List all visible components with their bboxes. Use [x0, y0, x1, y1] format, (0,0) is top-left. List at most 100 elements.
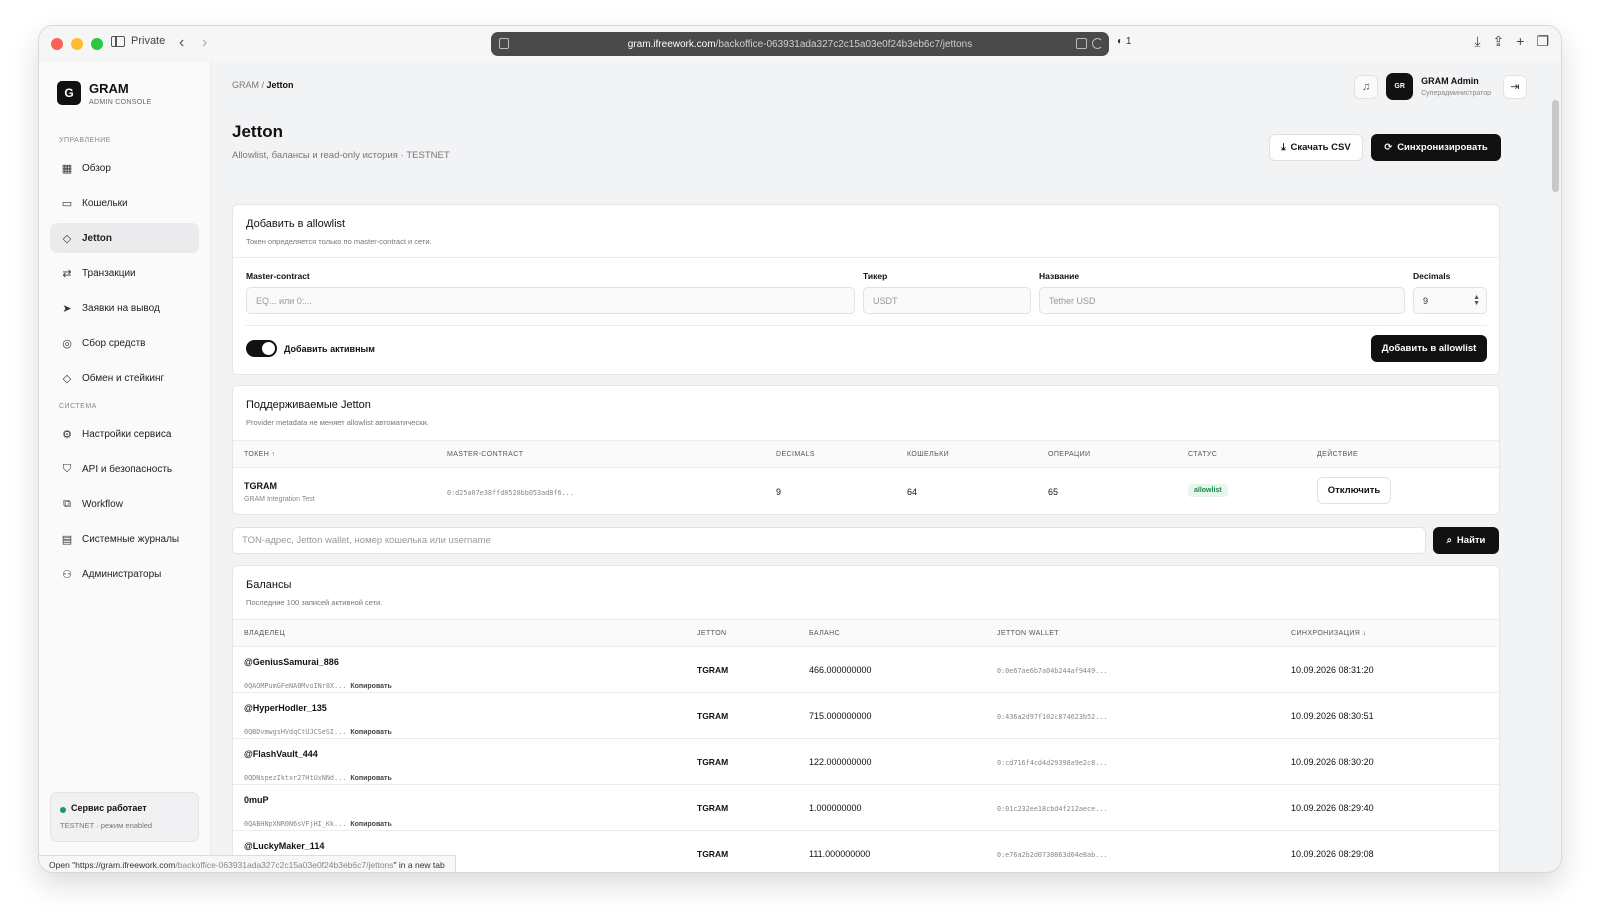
download-icon[interactable]: ⤓ — [1474, 33, 1480, 50]
owner-address: 0QBDvmwgsHVdqCtUJCSeSI... — [244, 728, 347, 736]
circle-icon: ◎ — [62, 337, 72, 350]
search-button[interactable]: ⌕ Найти — [1433, 527, 1499, 554]
jetton-ticker: TGRAM — [697, 757, 729, 767]
column-header-decimals: DECIMALS — [776, 451, 815, 458]
reload-icon[interactable] — [1092, 38, 1103, 49]
owner-address: 0QABHNpXNR0N6sVFjHI_Kk... — [244, 820, 347, 828]
sidebar-item-overview[interactable]: ▦ Обзор — [50, 153, 199, 183]
supported-title: Поддерживаемые Jetton — [246, 399, 371, 411]
jetton-ticker: TGRAM — [697, 665, 729, 675]
sidebar-item-admins[interactable]: ⚇ Администраторы — [50, 559, 199, 589]
nav-section-system: СИСТЕМА — [59, 403, 97, 410]
name-input[interactable]: Tether USD — [1039, 287, 1405, 314]
owner-username: @FlashVault_444 — [244, 749, 318, 759]
status-title: Сервис работает — [71, 803, 147, 813]
search-button-label: Найти — [1456, 535, 1486, 546]
status-path: /backoffice-063931ada327c2c15a03e0f24b3e… — [175, 860, 394, 870]
master-contract-value: 0:d25a07e38ffd8528bb053ad8f6... — [447, 489, 574, 497]
owner-address-group: 0QABHNpXNR0N6sVFjHI_Kk... Копировать — [244, 813, 392, 831]
share-icon[interactable]: ⇪ — [1493, 33, 1505, 50]
download-csv-button[interactable]: ⤓ Скачать CSV — [1269, 134, 1363, 161]
jetton-ticker: TGRAM — [697, 711, 729, 721]
column-header-token[interactable]: ТОКЕН ↑ — [244, 451, 275, 458]
add-to-allowlist-button[interactable]: Добавить в allowlist — [1371, 335, 1487, 362]
disable-button[interactable]: Отключить — [1317, 477, 1391, 504]
copy-button[interactable]: Копировать — [350, 729, 391, 736]
tabs-overview-icon[interactable]: ❐ — [1536, 33, 1549, 50]
master-contract-input[interactable]: EQ... или 0:... — [246, 287, 855, 314]
sync-label: Синхронизировать — [1397, 142, 1488, 153]
page-scrollbar[interactable] — [1552, 100, 1559, 192]
decimals-input[interactable]: 9 ▲ ▼ — [1413, 287, 1487, 314]
add-active-label: Добавить активным — [284, 344, 375, 354]
close-window-button[interactable] — [51, 38, 63, 50]
sidebar-icon — [111, 35, 125, 47]
balances-subtitle: Последние 100 записей активной сети. — [246, 598, 383, 607]
address-bar[interactable]: gram.ifreework.com/backoffice-063931ada3… — [491, 32, 1109, 56]
allowlist-form-subtitle: Токен определяется только по master-cont… — [246, 237, 432, 246]
toolbar-right: ⤓ ⇪ + ❐ — [1474, 33, 1549, 50]
add-active-toggle[interactable] — [246, 340, 277, 357]
status-prefix: Open "https://gram.ifreework.com — [49, 860, 176, 870]
column-header-owner: ВЛАДЕЛЕЦ — [244, 630, 286, 637]
supported-table-header: ТОКЕН ↑ MASTER-CONTRACT DECIMALS КОШЕЛЬК… — [233, 440, 1499, 468]
arrows-icon: ⇄ — [62, 267, 72, 280]
logout-icon[interactable]: ⇥ — [1503, 74, 1527, 99]
sidebar-item-jetton[interactable]: ◇ Jetton — [50, 223, 199, 253]
sidebar-item-workflow[interactable]: ⧉ Workflow — [50, 489, 199, 519]
forward-chevron-icon[interactable]: › — [202, 34, 207, 52]
sidebar-item-wallets[interactable]: ▭ Кошельки — [50, 188, 199, 218]
zoom-window-button[interactable] — [91, 38, 103, 50]
owner-address-group: 0QAOMPumGFeNA0MvoINr8X... Копировать — [244, 675, 392, 693]
sidebar-item-label: Кошельки — [82, 197, 128, 209]
column-header-action: ДЕЙСТВИЕ — [1317, 451, 1359, 458]
sidebar-item-transactions[interactable]: ⇄ Транзакции — [50, 258, 199, 288]
balance-value: 715.000000000 — [809, 711, 872, 721]
status-suffix: " in a new tab — [393, 860, 445, 870]
owner-username: 0muP — [244, 795, 269, 805]
breadcrumb-root[interactable]: GRAM — [232, 80, 259, 90]
page-subtitle: Allowlist, балансы и read-only история ·… — [232, 150, 450, 161]
allowlist-form-title: Добавить в allowlist — [246, 218, 346, 230]
jetton-wallet: 0:e76a2b2d0730863d04e8ab... — [997, 851, 1108, 859]
column-header-balance: БАЛАНС — [809, 630, 841, 637]
owner-address-group: 0QDNspezIktxr27HtUxNNd... Копировать — [244, 767, 392, 785]
stepper-icon[interactable]: ▲ ▼ — [1473, 294, 1480, 307]
column-header-sync[interactable]: СИНХРОНИЗАЦИЯ ↓ — [1291, 630, 1366, 637]
sync-time: 10.09.2026 08:29:08 — [1291, 849, 1374, 859]
sidebar-item-collection[interactable]: ◎ Сбор средств — [50, 328, 199, 358]
avatar[interactable]: GR — [1386, 73, 1414, 100]
jetton-ticker: TGRAM — [697, 849, 729, 859]
sync-button[interactable]: ⟳ Синхронизировать — [1371, 134, 1501, 161]
sidebar-item-label: Сбор средств — [82, 337, 146, 349]
search-input[interactable]: TON-адрес, Jetton wallet, номер кошелька… — [232, 527, 1426, 554]
ticker-input[interactable]: USDT — [863, 287, 1031, 314]
gear-icon: ⚙ — [62, 428, 72, 441]
owner-address: 0QAOMPumGFeNA0MvoINr8X... — [244, 682, 347, 690]
sidebar-item-withdrawals[interactable]: ➤ Заявки на вывод — [50, 293, 199, 323]
sidebar-item-logs[interactable]: ▤ Системные журналы — [50, 524, 199, 554]
bell-icon[interactable]: ♫ — [1354, 74, 1379, 99]
workflow-icon: ⧉ — [63, 497, 71, 510]
sidebar-item-label: Обмен и стейкинг — [82, 372, 165, 384]
copy-button[interactable]: Копировать — [350, 821, 391, 828]
new-tab-icon[interactable]: + — [1516, 33, 1524, 50]
sidebar-item-label: Jetton — [82, 232, 112, 244]
copy-button[interactable]: Копировать — [350, 683, 391, 690]
sync-icon: ⟳ — [1384, 142, 1393, 153]
sidebar-toggle-button[interactable]: Private — [111, 35, 165, 47]
jetton-wallet: 0:0e67ae6b7a04b244af9449... — [997, 667, 1108, 675]
sidebar-item-api-security[interactable]: ⛉ API и безопасность — [50, 454, 199, 484]
copy-button[interactable]: Копировать — [350, 775, 391, 782]
page-settings-icon[interactable] — [499, 38, 509, 49]
divider — [246, 325, 1487, 326]
sync-time: 10.09.2026 08:29:40 — [1291, 803, 1374, 813]
minimize-window-button[interactable] — [71, 38, 83, 50]
sidebar-item-exchange[interactable]: ◇ Обмен и стейкинг — [50, 363, 199, 393]
breadcrumb-separator: / — [259, 80, 267, 90]
extension-badge[interactable]: ◐ 1 — [1117, 36, 1131, 47]
sidebar-item-settings[interactable]: ⚙ Настройки сервиса — [50, 419, 199, 449]
translate-icon[interactable] — [1076, 38, 1087, 49]
back-chevron-icon[interactable]: ‹ — [179, 34, 184, 52]
header-user-area: ♫ GR GRAM Admin Суперадминистратор ⇥ — [1354, 73, 1527, 100]
